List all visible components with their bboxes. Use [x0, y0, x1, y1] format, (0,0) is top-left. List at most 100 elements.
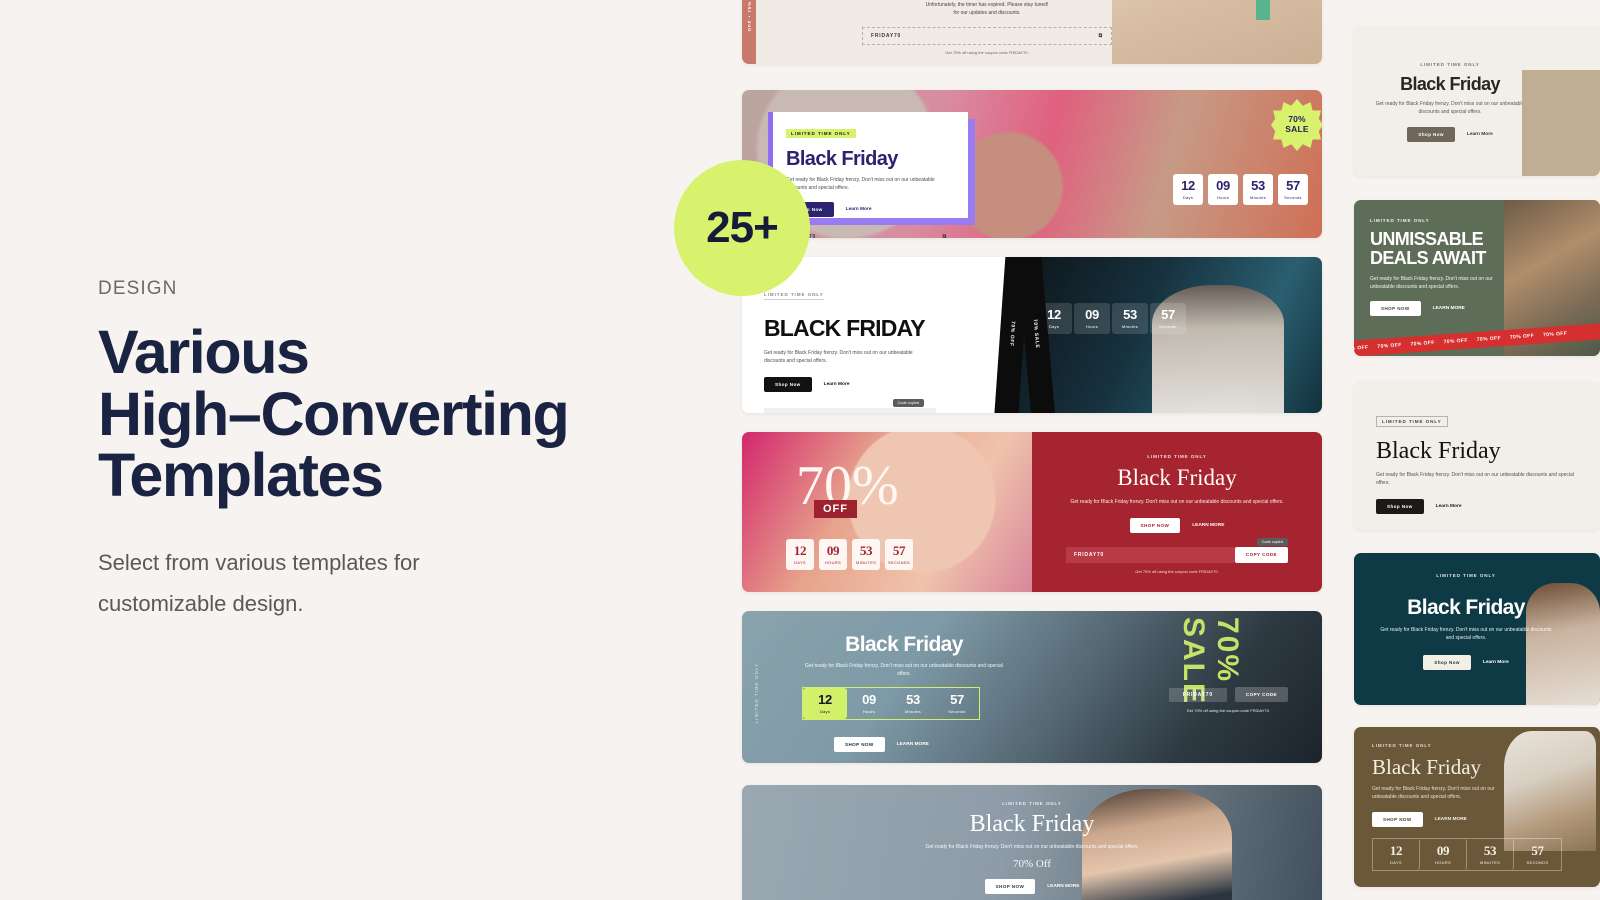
- card-title-line-2: DEALS AWAIT: [1370, 248, 1486, 269]
- countdown-unit: 09 HOURS: [1420, 839, 1467, 870]
- coupon-field[interactable]: FRIDAY70 ⧉: [862, 26, 1112, 45]
- learn-more-link[interactable]: LEARN MORE: [1047, 884, 1079, 889]
- shop-now-button[interactable]: SHOP NOW: [1370, 301, 1421, 317]
- card-description: Get ready for Black Friday frenzy. Don't…: [786, 177, 935, 191]
- card-text-panel: LIMITED TIME ONLY Black Friday Get ready…: [1032, 432, 1322, 592]
- card-description: Get ready for Black Friday frenzy. Don't…: [805, 663, 1003, 677]
- card-title: Black Friday: [969, 811, 1095, 837]
- coupon-code: FRIDAY70: [1074, 551, 1105, 558]
- shop-now-button[interactable]: Shop Now: [1423, 654, 1471, 670]
- countdown-unit: 12 Days: [803, 688, 847, 719]
- copy-code-button[interactable]: COPY CODE: [1234, 546, 1288, 563]
- template-card-expired[interactable]: OFF • 70% OFF • 70% Unfortunately, the t…: [742, 0, 1322, 64]
- countdown-unit: 12 DAYS: [1373, 839, 1420, 870]
- coupon-code: FRIDAY70: [772, 413, 802, 414]
- card-photo: [1504, 731, 1596, 851]
- template-card-unmissable[interactable]: Limited Time Only UNMISSABLE DEALS AWAIT…: [1354, 200, 1600, 356]
- limited-time-badge: LIMITED TIME ONLY: [764, 292, 824, 300]
- code-copied-tooltip: Code copied: [1256, 537, 1288, 546]
- shop-now-button[interactable]: Shop Now: [1376, 498, 1424, 514]
- learn-more-link[interactable]: LEARN MORE: [897, 742, 929, 747]
- template-card-bottom[interactable]: LIMITED TIME ONLY Black Friday Get ready…: [742, 785, 1322, 900]
- template-card-teal[interactable]: 70% SALE LIMITED TIME ONLY Black Friday …: [742, 611, 1322, 763]
- card-title: BLACK FRIDAY: [764, 315, 926, 341]
- shop-now-button[interactable]: Shop Now: [1407, 126, 1455, 142]
- coupon-field[interactable]: FRIDAY70 ⧉: [764, 407, 936, 414]
- headline-line-3: Templates: [98, 441, 384, 510]
- template-card-purple[interactable]: LIMITED TIME ONLY Black Friday Get ready…: [742, 90, 1322, 238]
- learn-more-link[interactable]: Learn More: [1467, 132, 1493, 137]
- learn-more-link[interactable]: LEARN MORE: [1435, 817, 1467, 822]
- coupon-field[interactable]: FRIDAY70 ⧉: [786, 229, 955, 239]
- shop-now-button[interactable]: SHOP NOW: [984, 878, 1036, 894]
- card-title: Black Friday: [1372, 755, 1482, 779]
- learn-more-link[interactable]: Learn More: [1483, 660, 1509, 665]
- copy-code-button[interactable]: COPY CODE: [1234, 687, 1288, 702]
- learn-more-link[interactable]: Learn More: [1436, 504, 1462, 509]
- template-card-beige[interactable]: LIMITED TIME ONLY Black Friday Get ready…: [1354, 26, 1600, 176]
- countdown-unit: 53 Minutes: [1243, 174, 1273, 205]
- countdown-unit: 12 DAYS: [786, 539, 814, 570]
- countdown-unit: 09 Hours: [1208, 174, 1238, 205]
- learn-more-link[interactable]: LEARN MORE: [1192, 523, 1224, 528]
- learn-more-link[interactable]: Learn More: [824, 382, 850, 387]
- card-title: Black Friday: [786, 148, 898, 170]
- limited-time-badge: LIMITED TIME ONLY: [1436, 573, 1496, 578]
- intro-copy: DESIGN Various High–Converting Templates…: [98, 278, 658, 624]
- limited-time-badge: LIMITED TIME ONLY: [1147, 454, 1207, 459]
- coupon-code: FRIDAY70: [1182, 691, 1213, 698]
- template-card-monochrome[interactable]: LIMITED TIME ONLY BLACK FRIDAY Get ready…: [742, 257, 1322, 413]
- card-title-line-1: UNMISSABLE: [1370, 229, 1484, 249]
- subtitle-line-1: Select from various templates for: [98, 549, 420, 575]
- countdown-unit: 53 Minutes: [904, 692, 922, 714]
- card-photo: [1522, 70, 1600, 176]
- countdown-unit: 57 Seconds: [1150, 303, 1186, 334]
- countdown-timer: 12 Days 09 Hours 53 Minutes 57 Seconds: [1173, 174, 1308, 205]
- template-card-dark-teal[interactable]: LIMITED TIME ONLY Black Friday Get ready…: [1354, 553, 1600, 705]
- learn-more-link[interactable]: LEARN MORE: [1433, 306, 1465, 311]
- expired-message-line-1: Unfortunately, the timer has expired. Pl…: [925, 2, 1049, 8]
- section-eyebrow: DESIGN: [98, 278, 178, 299]
- code-copied-tooltip: Code copied: [892, 398, 924, 407]
- card-photo: 70% OFF 12 DAYS 09 HOURS 53 MINUTES 57 SECON…: [742, 432, 1032, 592]
- card-description: Get ready for Black Friday frenzy. Don't…: [1070, 499, 1284, 505]
- limited-time-badge: LIMITED TIME ONLY: [1376, 416, 1448, 427]
- coupon-note: Get 70% off using the coupon code FRIDAY…: [945, 49, 1029, 55]
- template-card-red[interactable]: 70% OFF 12 DAYS 09 HOURS 53 MINUTES 57 SECON…: [742, 432, 1322, 592]
- copy-icon[interactable]: ⧉: [943, 234, 947, 239]
- template-card-serif[interactable]: LIMITED TIME ONLY Black Friday Get ready…: [1354, 382, 1600, 530]
- coupon-field[interactable]: FRIDAY70: [1066, 546, 1235, 563]
- card-title: Black Friday: [1376, 438, 1501, 464]
- shop-now-button[interactable]: SHOP NOW: [1129, 517, 1181, 533]
- limited-time-badge: LIMITED TIME ONLY: [786, 129, 856, 138]
- starburst-line-2: SALE: [1285, 124, 1309, 134]
- countdown-unit: 57 Seconds: [948, 692, 966, 714]
- coupon-field[interactable]: FRIDAY70: [1168, 687, 1227, 702]
- learn-more-link[interactable]: Learn More: [846, 207, 872, 212]
- countdown-unit: 57 Seconds: [1278, 174, 1308, 205]
- countdown-unit: 09 Hours: [862, 692, 876, 714]
- headline-line-1: Various: [98, 318, 310, 386]
- countdown-timer: 12 DAYS 09 HOURS 53 MINUTES 57 SECONDS: [1372, 838, 1562, 871]
- shop-now-button[interactable]: SHOP NOW: [834, 737, 885, 752]
- decorative-blocks: [1256, 0, 1270, 20]
- template-card-brown[interactable]: Limited Time Only Black Friday Get ready…: [1354, 727, 1600, 887]
- countdown-unit: 09 HOURS: [819, 539, 847, 570]
- limited-time-badge: LIMITED TIME ONLY: [1420, 62, 1480, 67]
- subtitle-line-2: customizable design.: [98, 590, 304, 616]
- coupon-code: FRIDAY70: [871, 32, 902, 39]
- page-title: Various High–Converting Templates: [98, 318, 658, 510]
- countdown-timer: 12 Days 09 Hours 53 Minutes 57 Seconds: [1036, 303, 1186, 334]
- card-title: Black Friday: [1407, 596, 1525, 619]
- coupon-note: Get 70% off using the coupon code FRIDAY…: [1186, 708, 1271, 713]
- card-photo: 12 Days 09 Hours 53 Minutes 57 Seconds: [1010, 257, 1322, 413]
- expired-message-line-2: for our updates and discounts.: [953, 9, 1021, 16]
- shop-now-button[interactable]: SHOP NOW: [1372, 811, 1423, 827]
- shop-now-button[interactable]: Shop Now: [764, 376, 812, 392]
- limited-time-badge: Limited Time Only: [1372, 743, 1432, 748]
- copy-icon[interactable]: ⧉: [924, 413, 928, 414]
- card-photo: [1112, 0, 1322, 64]
- coupon-note: Get 70% off using the coupon code FRIDAY…: [1135, 568, 1219, 574]
- coupon-field[interactable]: FRIDAY70 ⧉: [1376, 529, 1578, 530]
- copy-icon[interactable]: ⧉: [1099, 33, 1103, 39]
